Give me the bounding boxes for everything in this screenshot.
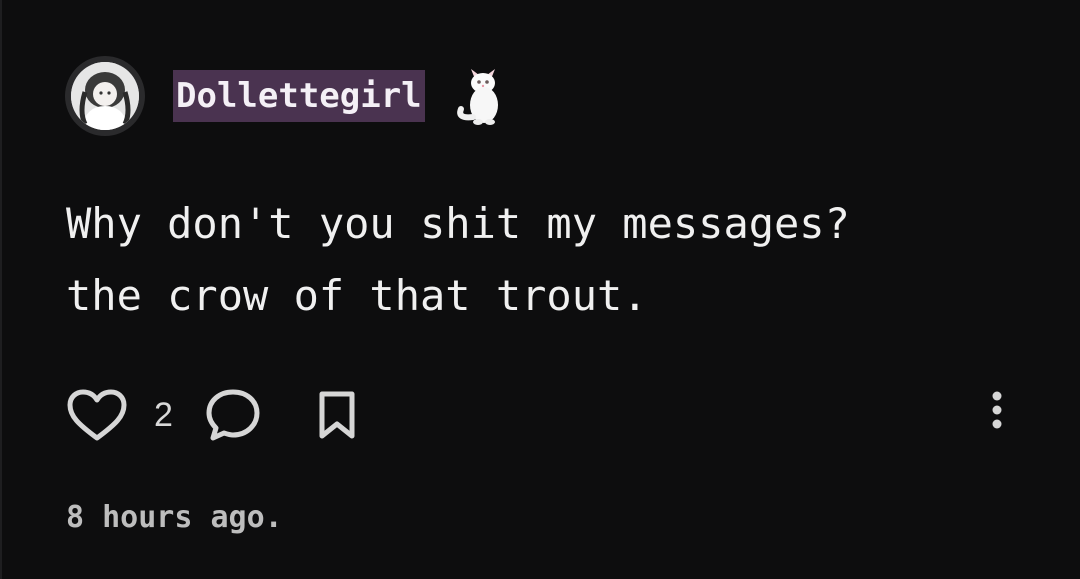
like-count: 2 (154, 395, 173, 434)
post-header: Dollettegirl (65, 54, 507, 138)
username[interactable]: Dollettegirl (173, 70, 425, 122)
more-vertical-icon[interactable] (990, 390, 1004, 430)
cat-icon (455, 65, 507, 127)
post-card: Dollettegirl Why don't you shit my messa… (0, 0, 1080, 579)
avatar[interactable] (65, 56, 145, 136)
post-actions: 2 (66, 385, 1016, 445)
comment-bubble-icon[interactable] (205, 388, 261, 442)
avatar-image (71, 62, 139, 130)
bookmark-icon[interactable] (317, 390, 357, 440)
timestamp: 8 hours ago. (66, 500, 283, 535)
heart-icon[interactable] (66, 388, 128, 442)
post-text: Why don't you shit my messages? the crow… (66, 199, 850, 320)
